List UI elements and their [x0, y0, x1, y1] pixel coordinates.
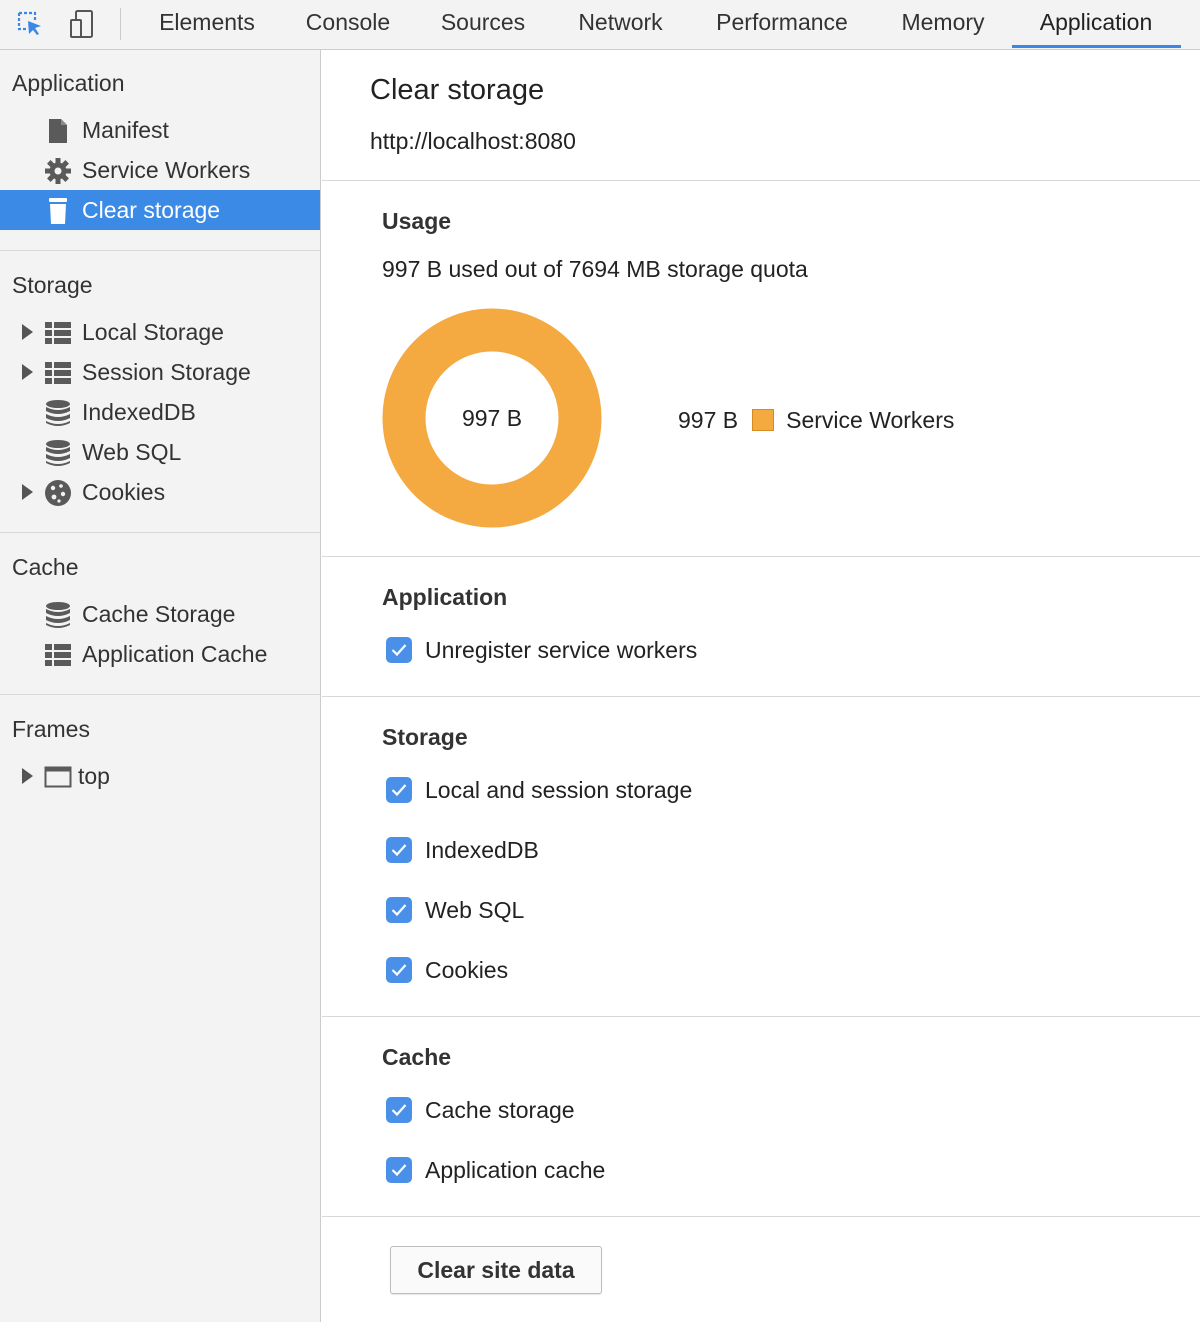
tab-elements[interactable]: Elements [148, 0, 266, 50]
cache-heading: Cache [382, 1044, 452, 1070]
expand-arrow-icon[interactable] [22, 484, 33, 500]
option-label: Local and session storage [425, 776, 693, 803]
tab-application[interactable]: Application [1020, 0, 1172, 50]
database-icon [44, 601, 72, 629]
expand-arrow-icon[interactable] [22, 364, 33, 380]
document-icon [44, 117, 72, 145]
checkbox-checked[interactable] [386, 1097, 412, 1123]
clear-storage-panel: Clear storage http://localhost:8080 Usag… [322, 50, 1200, 1322]
section-divider [322, 1216, 1200, 1217]
storage-heading: Storage [382, 724, 468, 750]
sidebar-item-label: top [78, 763, 110, 789]
option-web-sql[interactable]: Web SQL [386, 895, 524, 925]
legend-swatch [752, 409, 775, 431]
sidebar-item-service-workers[interactable]: Service Workers [0, 150, 320, 190]
sidebar-item-label: Session Storage [82, 359, 251, 385]
sidebar-item-session-storage[interactable]: Session Storage [0, 352, 320, 392]
option-unregister-service-workers[interactable]: Unregister service workers [386, 635, 697, 665]
option-local-session-storage[interactable]: Local and session storage [386, 775, 692, 805]
sidebar-header-cache: Cache [12, 554, 79, 580]
grid-icon [44, 319, 72, 347]
expand-arrow-icon[interactable] [22, 768, 33, 784]
sidebar-item-clear-storage[interactable]: Clear storage [0, 190, 320, 230]
sidebar-item-cache-storage[interactable]: Cache Storage [0, 594, 320, 634]
option-label: Cache storage [425, 1096, 575, 1123]
option-label: Application cache [425, 1156, 606, 1183]
checkbox-checked[interactable] [386, 1157, 412, 1183]
legend-value: 997 B [678, 406, 739, 433]
inspect-element-icon[interactable] [10, 4, 50, 44]
sidebar-header-frames: Frames [12, 716, 90, 742]
usage-legend: 997 B Service Workers [678, 405, 954, 435]
trash-icon [44, 197, 72, 225]
legend-label: Service Workers [786, 406, 955, 433]
donut-center-label: 997 B [462, 405, 522, 431]
gear-icon [44, 157, 72, 185]
usage-donut-chart: 997 B [382, 308, 602, 528]
page-title: Clear storage [370, 74, 545, 106]
grid-icon [44, 641, 72, 669]
tab-performance[interactable]: Performance [702, 0, 862, 50]
usage-heading: Usage [382, 208, 452, 234]
sidebar-divider [0, 694, 320, 695]
usage-summary: 997 B used out of 7694 MB storage quota [382, 256, 808, 282]
option-application-cache[interactable]: Application cache [386, 1155, 605, 1185]
sidebar-header-application: Application [12, 70, 125, 96]
sidebar-item-label: Clear storage [82, 197, 221, 223]
option-cache-storage[interactable]: Cache storage [386, 1095, 575, 1125]
sidebar-item-label: Service Workers [82, 157, 251, 183]
active-tab-indicator [1012, 45, 1181, 48]
sidebar-item-label: Application Cache [82, 641, 268, 667]
database-icon [44, 439, 72, 467]
checkbox-checked[interactable] [386, 837, 412, 863]
section-divider [322, 556, 1200, 557]
sidebar-item-label: Local Storage [82, 319, 224, 345]
tab-sources[interactable]: Sources [430, 0, 536, 50]
checkbox-checked[interactable] [386, 637, 412, 663]
tab-memory[interactable]: Memory [888, 0, 998, 50]
sidebar-item-label: IndexedDB [82, 399, 196, 425]
sidebar-divider [0, 532, 320, 533]
expand-arrow-icon[interactable] [22, 324, 33, 340]
frame-icon [44, 763, 72, 791]
grid-icon [44, 359, 72, 387]
option-label: Cookies [425, 956, 509, 983]
sidebar-item-manifest[interactable]: Manifest [0, 110, 320, 150]
sidebar-item-frame-top[interactable]: top [0, 756, 320, 796]
origin-url: http://localhost:8080 [370, 128, 576, 154]
sidebar-item-label: Manifest [82, 117, 169, 143]
sidebar-divider [0, 250, 320, 251]
tab-console[interactable]: Console [292, 0, 404, 50]
tab-network[interactable]: Network [563, 0, 678, 50]
checkbox-checked[interactable] [386, 897, 412, 923]
section-divider [322, 1016, 1200, 1017]
sidebar-item-web-sql[interactable]: Web SQL [0, 432, 320, 472]
devtools-toolbar: Elements Console Sources Network Perform… [0, 0, 1200, 50]
checkbox-checked[interactable] [386, 777, 412, 803]
checkbox-checked[interactable] [386, 957, 412, 983]
option-label: Unregister service workers [425, 636, 698, 663]
section-divider [322, 180, 1200, 181]
sidebar-item-local-storage[interactable]: Local Storage [0, 312, 320, 352]
device-toolbar-icon[interactable] [62, 4, 102, 44]
sidebar-item-indexeddb[interactable]: IndexedDB [0, 392, 320, 432]
sidebar-item-label: Cache Storage [82, 601, 236, 627]
sidebar-item-cookies[interactable]: Cookies [0, 472, 320, 512]
toolbar-separator [120, 8, 121, 40]
section-divider [322, 696, 1200, 697]
option-label: IndexedDB [425, 836, 539, 863]
sidebar: Application Manifest Service Workers Cle… [0, 50, 321, 1322]
cookie-icon [44, 479, 72, 507]
option-label: Web SQL [425, 896, 525, 923]
sidebar-item-application-cache[interactable]: Application Cache [0, 634, 320, 674]
sidebar-item-label: Cookies [82, 479, 166, 505]
application-heading: Application [382, 584, 508, 610]
sidebar-header-storage: Storage [12, 272, 93, 298]
sidebar-item-label: Web SQL [82, 439, 182, 465]
option-indexeddb[interactable]: IndexedDB [386, 835, 539, 865]
option-cookies[interactable]: Cookies [386, 955, 508, 985]
clear-site-data-button[interactable]: Clear site data [390, 1246, 602, 1294]
database-icon [44, 399, 72, 427]
